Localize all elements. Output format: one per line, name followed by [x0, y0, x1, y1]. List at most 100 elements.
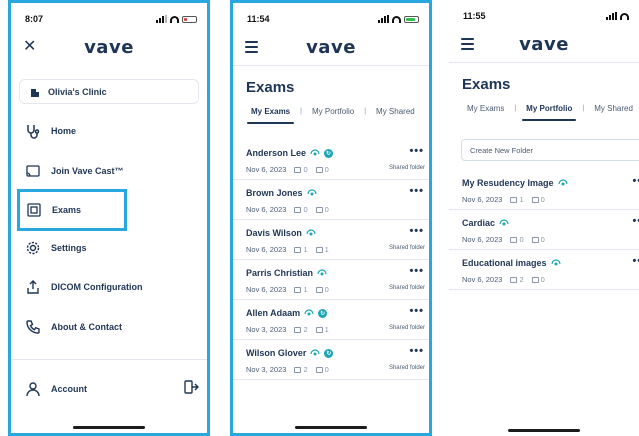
video-count-value: 0 — [324, 205, 329, 214]
image-count-value: 0 — [303, 165, 308, 174]
folder-meta: Nov 6, 2023 1 0 — [462, 195, 629, 204]
folder-row[interactable]: Cardiac Nov 6, 2023 0 0 ••• — [449, 210, 639, 250]
tab-my-exams[interactable]: My Exams — [241, 107, 300, 124]
folder-row[interactable]: My Resudency Image Nov 6, 2023 1 0 ••• — [449, 170, 639, 210]
shared-badge-icon: ↻ — [324, 148, 334, 158]
item-date: Nov 3, 2023 — [246, 365, 287, 374]
more-options-icon[interactable]: ••• — [632, 255, 639, 267]
wifi-icon — [392, 15, 401, 23]
tab-my-portfolio[interactable]: My Portfolio — [302, 107, 364, 116]
image-count-value: 1 — [519, 195, 524, 204]
clinic-selector[interactable]: Olivia's Clinic — [19, 79, 199, 104]
video-count-value: 1 — [324, 245, 329, 254]
signal-icon — [156, 15, 167, 23]
image-count-value: 2 — [303, 365, 308, 374]
image-icon — [294, 246, 302, 253]
exam-name-line: Anderson Lee ↻ — [246, 148, 419, 158]
exam-name: Anderson Lee — [246, 148, 307, 158]
shared-folder-label: Shared folder — [388, 365, 425, 371]
more-options-icon[interactable]: ••• — [632, 215, 639, 227]
image-count-value: 0 — [303, 205, 308, 214]
item-date: Nov 6, 2023 — [462, 275, 503, 284]
folder-name-line: Educational images — [462, 258, 629, 268]
video-count-value: 1 — [324, 325, 329, 334]
exam-row[interactable]: Parris Christian Nov 6, 2023 1 0 ••• Shared f… — [233, 260, 429, 300]
header-divider — [449, 62, 639, 63]
menu-item-dicom[interactable]: DICOM Configuration — [23, 274, 193, 300]
signal-icon — [378, 15, 389, 23]
image-icon — [294, 326, 302, 333]
item-date: Nov 6, 2023 — [246, 285, 287, 294]
tab-my-shared[interactable]: My Shared — [584, 104, 639, 113]
image-count-value: 2 — [519, 275, 524, 284]
logout-icon[interactable] — [183, 379, 199, 400]
menu-label-vave-cast: Join Vave Cast™ — [51, 166, 124, 176]
shared-folder-label: Shared folder — [388, 245, 425, 251]
page-title: Exams — [462, 76, 511, 93]
image-count-value: 1 — [303, 285, 308, 294]
tab-my-exams[interactable]: My Exams — [457, 104, 514, 113]
clinic-name: Olivia's Clinic — [48, 86, 107, 97]
more-options-icon[interactable]: ••• — [409, 145, 424, 157]
image-count-value: 1 — [303, 245, 308, 254]
exam-name-line: Brown Jones — [246, 188, 419, 198]
item-date: Nov 6, 2023 — [246, 165, 287, 174]
video-count-value: 0 — [540, 195, 545, 204]
more-options-icon[interactable]: ••• — [409, 185, 424, 197]
folder-name: My Resudency Image — [462, 178, 554, 188]
more-options-icon[interactable]: ••• — [409, 265, 424, 277]
folder-name-line: Cardiac — [462, 218, 629, 228]
exam-name: Wilson Glover — [246, 348, 307, 358]
exam-name: Brown Jones — [246, 188, 303, 198]
menu-label-exams: Exams — [52, 205, 82, 215]
status-icons — [378, 15, 419, 23]
portfolio-screen: 11:55 vave Exams My Exams | My Portfolio… — [449, 0, 639, 436]
image-count: 1 — [510, 195, 524, 204]
tab-my-shared[interactable]: My Shared — [366, 107, 425, 116]
tab-bar: My Exams | My Portfolio | My Shared — [457, 104, 639, 121]
exam-row[interactable]: Anderson Lee ↻ Nov 6, 2023 0 0 ••• Shared fold… — [233, 140, 429, 180]
image-count: 0 — [510, 235, 524, 244]
more-options-icon[interactable]: ••• — [409, 345, 424, 357]
menu-item-exams[interactable]: Exams — [17, 189, 127, 231]
exams-screen: 11:54 vave Exams My Exams | My Portfolio… — [230, 0, 432, 436]
exam-row[interactable]: Wilson Glover ↻ Nov 3, 2023 2 0 ••• Shared fol… — [233, 340, 429, 380]
image-count: 2 — [294, 325, 308, 334]
more-options-icon[interactable]: ••• — [409, 225, 424, 237]
status-icons — [606, 12, 629, 20]
exam-name-line: Wilson Glover ↻ — [246, 348, 419, 358]
image-count: 0 — [294, 165, 308, 174]
menu-item-settings[interactable]: Settings — [23, 235, 193, 261]
shared-folder-label: Shared folder — [388, 285, 425, 291]
exam-row[interactable]: Allen Adaam ↻ Nov 3, 2023 2 1 ••• Shared folde… — [233, 300, 429, 340]
menu-label-dicom: DICOM Configuration — [51, 282, 143, 292]
more-options-icon[interactable]: ••• — [409, 305, 424, 317]
app-logo: vave — [84, 37, 134, 58]
image-count: 1 — [294, 285, 308, 294]
create-folder-button[interactable]: Create New Folder — [461, 139, 639, 161]
menu-item-about[interactable]: About & Contact — [23, 314, 193, 340]
signal-icon — [606, 12, 617, 20]
more-options-icon[interactable]: ••• — [632, 175, 639, 187]
building-icon — [31, 88, 39, 97]
status-bar: 11:55 — [449, 11, 639, 25]
exam-row[interactable]: Davis Wilson Nov 6, 2023 1 1 ••• Shared folde… — [233, 220, 429, 260]
wifi-icon — [620, 12, 629, 20]
phone-icon — [23, 317, 43, 337]
image-count-value: 0 — [519, 235, 524, 244]
video-icon — [531, 196, 539, 203]
exam-name-line: Allen Adaam ↻ — [246, 308, 419, 318]
exam-row[interactable]: Brown Jones Nov 6, 2023 0 0 ••• — [233, 180, 429, 220]
folder-row[interactable]: Educational images Nov 6, 2023 2 0 ••• — [449, 250, 639, 290]
status-time: 11:54 — [247, 14, 270, 24]
menu-item-home[interactable]: Home — [23, 118, 193, 144]
video-count-value: 0 — [324, 165, 329, 174]
image-count: 2 — [294, 365, 308, 374]
menu-item-vave-cast[interactable]: Join Vave Cast™ — [23, 158, 193, 184]
status-bar: 8:07 — [11, 14, 207, 28]
menu-item-account[interactable]: Account — [23, 376, 193, 402]
gear-icon — [23, 238, 43, 258]
status-bar: 11:54 — [233, 14, 429, 28]
battery-icon — [182, 15, 197, 23]
tab-my-portfolio[interactable]: My Portfolio — [516, 104, 582, 121]
